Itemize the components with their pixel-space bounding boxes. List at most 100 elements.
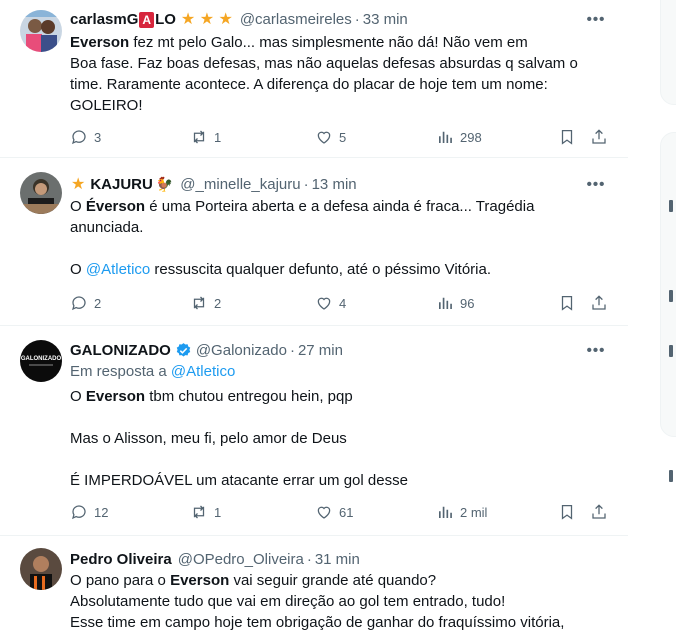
reply-button[interactable]: 12 bbox=[70, 501, 108, 523]
heart-icon bbox=[317, 297, 331, 310]
user-handle[interactable]: @Galonizado bbox=[196, 342, 287, 359]
bookmark-button[interactable] bbox=[558, 501, 582, 523]
text-line: fez mt pelo Galo... mas simplesmente não… bbox=[129, 34, 528, 51]
share-icon bbox=[592, 129, 606, 144]
more-options-icon[interactable]: ••• bbox=[586, 340, 606, 360]
star-emoji: ★ bbox=[71, 176, 86, 193]
reply-count: 2 bbox=[94, 295, 102, 311]
view-count: 2 mil bbox=[460, 504, 488, 520]
views-button[interactable]: 298 bbox=[436, 126, 482, 148]
text-line: Boa fase. Faz boas defesas, mas não aque… bbox=[70, 55, 578, 72]
reply-button[interactable]: 3 bbox=[70, 126, 101, 148]
tweet-header: Pedro Oliveira @OPedro_Oliveira · 31 min bbox=[70, 548, 360, 570]
display-name[interactable]: KAJURU bbox=[90, 176, 153, 193]
user-handle[interactable]: @_minelle_kajuru bbox=[180, 176, 300, 193]
view-count: 298 bbox=[460, 129, 482, 145]
share-button[interactable] bbox=[590, 501, 614, 523]
tweet-text: Everson fez mt pelo Galo... mas simplesm… bbox=[70, 32, 610, 116]
display-name-part: LO bbox=[155, 10, 176, 28]
sidebar-marker bbox=[669, 470, 673, 482]
highlighted-name: Everson bbox=[170, 572, 230, 589]
sidebar-marker bbox=[669, 200, 673, 212]
text-line: time. Raramente acontece. A diferença do… bbox=[70, 76, 548, 93]
separator-dot: · bbox=[303, 175, 309, 193]
tweet-actions: 2 2 4 96 bbox=[70, 292, 610, 314]
more-options-icon[interactable]: ••• bbox=[586, 9, 606, 29]
views-button[interactable]: 2 mil bbox=[436, 501, 487, 523]
repost-count: 1 bbox=[214, 504, 222, 520]
timeline-feed: carlasmG A LO ★ ★ ★ @carlasmeireles · 33 m… bbox=[0, 0, 628, 631]
bookmark-icon bbox=[561, 129, 573, 145]
text-part: O bbox=[70, 261, 86, 278]
tweet-text: O pano para o Everson vai seguir grande … bbox=[70, 570, 610, 631]
star-emoji: ★ ★ ★ bbox=[180, 11, 233, 28]
avatar[interactable] bbox=[20, 172, 62, 214]
share-button[interactable] bbox=[590, 126, 614, 148]
repost-button[interactable]: 1 bbox=[190, 126, 221, 148]
user-handle[interactable]: @OPedro_Oliveira bbox=[178, 551, 304, 568]
sidebar-card bbox=[660, 0, 676, 105]
share-button[interactable] bbox=[590, 292, 614, 314]
display-name[interactable]: GALONIZADO bbox=[70, 342, 171, 359]
avatar[interactable] bbox=[20, 10, 62, 52]
highlighted-name: Everson bbox=[70, 34, 130, 51]
reply-count: 12 bbox=[94, 504, 109, 520]
separator-dot: · bbox=[354, 10, 360, 28]
name-badge: A bbox=[139, 11, 155, 28]
tweet-text: Em resposta a @Atletico O Everson tbm ch… bbox=[70, 361, 610, 491]
text-part: vai seguir grande até quando? bbox=[229, 572, 437, 589]
views-icon bbox=[439, 131, 452, 143]
avatar[interactable]: GALONIZADO bbox=[20, 340, 62, 382]
highlighted-name: Everson bbox=[85, 388, 146, 405]
text-line: É IMPERDOÁVEL um atacante errar um gol d… bbox=[70, 472, 408, 489]
repost-count: 2 bbox=[214, 295, 222, 311]
share-icon bbox=[592, 295, 606, 310]
mention-link[interactable]: @Atletico bbox=[86, 261, 150, 278]
text-line: Mas o Alisson, meu fi, pelo amor de Deus bbox=[70, 430, 347, 447]
reply-context: Em resposta a @Atletico bbox=[70, 361, 610, 382]
separator-dot: · bbox=[306, 550, 312, 568]
repost-icon bbox=[193, 296, 205, 310]
tweet-carlasmeireles[interactable]: carlasmG A LO ★ ★ ★ @carlasmeireles · 33 m… bbox=[0, 0, 628, 158]
sidebar-marker bbox=[669, 345, 673, 357]
text-line: Esse time em campo hoje tem obrigação de… bbox=[70, 614, 565, 631]
repost-button[interactable]: 2 bbox=[190, 292, 221, 314]
highlighted-name: Éverson bbox=[85, 198, 146, 215]
timestamp[interactable]: 27 min bbox=[298, 342, 343, 359]
timestamp[interactable]: 31 min bbox=[315, 551, 360, 568]
views-icon bbox=[439, 297, 452, 309]
text-part: O bbox=[70, 388, 86, 405]
like-count: 4 bbox=[339, 295, 347, 311]
display-name[interactable]: carlasmG A LO bbox=[70, 11, 176, 28]
reply-icon bbox=[72, 130, 86, 145]
bookmark-icon bbox=[561, 504, 573, 520]
display-name[interactable]: Pedro Oliveira bbox=[70, 551, 172, 568]
tweet-actions: 12 1 61 2 mil bbox=[70, 501, 610, 523]
repost-button[interactable]: 1 bbox=[190, 501, 221, 523]
text-line: anunciada. bbox=[70, 219, 144, 236]
text-part: é uma Porteira aberta e a defesa ainda é… bbox=[145, 198, 535, 215]
avatar[interactable] bbox=[20, 548, 62, 590]
like-button[interactable]: 5 bbox=[315, 126, 346, 148]
rooster-emoji: 🐓 bbox=[155, 175, 174, 192]
reply-prefix: Em resposta a bbox=[70, 363, 171, 380]
tweet-minelle-kajuru[interactable]: ★ KAJURU 🐓 @_minelle_kajuru · 13 min •••… bbox=[0, 158, 628, 326]
more-options-icon[interactable]: ••• bbox=[586, 174, 606, 194]
right-sidebar bbox=[628, 0, 676, 631]
tweet-header: ★ KAJURU 🐓 @_minelle_kajuru · 13 min bbox=[70, 173, 357, 195]
bookmark-button[interactable] bbox=[558, 292, 582, 314]
views-button[interactable]: 96 bbox=[436, 292, 474, 314]
user-handle[interactable]: @carlasmeireles bbox=[240, 11, 352, 28]
like-button[interactable]: 4 bbox=[315, 292, 346, 314]
timestamp[interactable]: 13 min bbox=[312, 176, 357, 193]
like-button[interactable]: 61 bbox=[315, 501, 353, 523]
tweet-opedro-oliveira[interactable]: Pedro Oliveira @OPedro_Oliveira · 31 min… bbox=[0, 536, 628, 631]
reply-button[interactable]: 2 bbox=[70, 292, 101, 314]
mention-link[interactable]: @Atletico bbox=[171, 363, 235, 380]
views-icon bbox=[439, 506, 452, 518]
timestamp[interactable]: 33 min bbox=[363, 11, 408, 28]
tweet-actions: 3 1 5 298 bbox=[70, 126, 610, 148]
share-icon bbox=[592, 504, 606, 519]
bookmark-button[interactable] bbox=[558, 126, 582, 148]
tweet-galonizado[interactable]: GALONIZADO GALONIZADO @Galonizado · 27 m… bbox=[0, 326, 628, 536]
